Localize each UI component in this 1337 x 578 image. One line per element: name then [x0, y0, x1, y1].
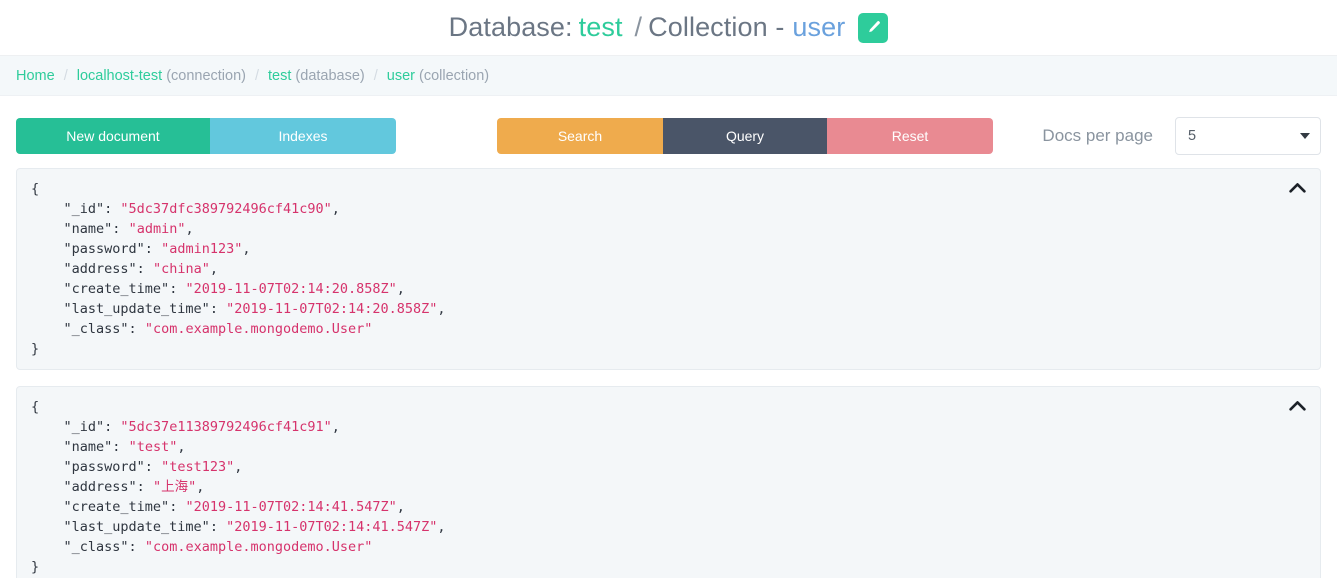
json-punctuation: }: [31, 341, 40, 357]
json-value: "com.example.mongodemo.User": [144, 321, 373, 337]
docs-per-page-label: Docs per page: [1042, 126, 1153, 145]
page-title-collection-word: Collection -: [648, 12, 785, 42]
json-key: "create_time": [63, 281, 170, 297]
reset-button[interactable]: Reset: [827, 118, 993, 154]
breadcrumb-link-collection[interactable]: user: [387, 68, 415, 84]
documents-list: { "_id": "5dc37dfc389792496cf41c90", "na…: [0, 160, 1337, 578]
document-json: { "_id": "5dc37e11389792496cf41c91", "na…: [31, 399, 446, 575]
json-value: "上海": [152, 479, 197, 495]
breadcrumb-separator: /: [254, 67, 260, 84]
breadcrumb-link-connection[interactable]: localhost-test: [77, 68, 162, 84]
docs-per-page-select[interactable]: 5102050100: [1175, 117, 1321, 155]
json-punctuation: {: [31, 181, 40, 197]
json-key: "address": [63, 261, 137, 277]
json-value: "2019-11-07T02:14:41.547Z": [185, 499, 397, 515]
document-collapse-toggle[interactable]: [1286, 177, 1308, 199]
pencil-icon: [866, 20, 881, 35]
page-title: Database: test / Collection - user: [449, 12, 889, 43]
json-key: "password": [63, 459, 145, 475]
breadcrumb-separator: /: [373, 67, 378, 84]
json-key: "_id": [63, 201, 105, 217]
json-value: "com.example.mongodemo.User": [144, 539, 373, 555]
json-value: "admin123": [161, 241, 243, 257]
document-actions-group: New document Indexes: [16, 118, 396, 154]
breadcrumb-item-collection[interactable]: user (collection): [387, 68, 489, 84]
page-title-prefix: Database:: [448, 12, 573, 42]
json-punctuation: {: [31, 399, 40, 415]
breadcrumb-suffix-database: (database): [295, 67, 365, 84]
json-value: "test123": [161, 459, 235, 475]
breadcrumb-item-database[interactable]: test (database): [268, 68, 365, 84]
json-key: "_class": [63, 321, 129, 337]
json-key: "last_update_time": [63, 519, 210, 535]
breadcrumb-suffix-connection: (connection): [166, 67, 246, 84]
json-key: "address": [63, 479, 137, 495]
chevron-up-icon: [1288, 181, 1306, 196]
document-panel: { "_id": "5dc37e11389792496cf41c91", "na…: [16, 386, 1321, 578]
json-value: "2019-11-07T02:14:20.858Z": [185, 281, 397, 297]
indexes-button[interactable]: Indexes: [210, 118, 396, 154]
toolbar: New document Indexes Search Query Reset …: [0, 96, 1337, 160]
breadcrumb-link-database[interactable]: test: [268, 68, 291, 84]
document-collapse-toggle[interactable]: [1286, 395, 1308, 417]
breadcrumb-link-home[interactable]: Home: [16, 68, 55, 84]
breadcrumb-item-connection[interactable]: localhost-test (connection): [77, 68, 246, 84]
json-value: "test": [128, 439, 178, 455]
query-actions-group: Search Query Reset: [497, 118, 993, 154]
json-value: "5dc37e11389792496cf41c91": [120, 419, 332, 435]
chevron-up-icon: [1288, 399, 1306, 414]
json-punctuation: }: [31, 559, 40, 575]
json-value: "china": [152, 261, 210, 277]
json-key: "name": [63, 221, 113, 237]
page-title-separator: /: [634, 12, 643, 42]
document-json: { "_id": "5dc37dfc389792496cf41c90", "na…: [31, 181, 446, 357]
json-value: "2019-11-07T02:14:20.858Z": [226, 301, 438, 317]
page-header: Database: test / Collection - user: [0, 0, 1337, 56]
json-key: "last_update_time": [63, 301, 210, 317]
json-key: "password": [63, 241, 145, 257]
json-value: "2019-11-07T02:14:41.547Z": [226, 519, 438, 535]
json-key: "_id": [63, 419, 105, 435]
json-key: "_class": [63, 539, 129, 555]
breadcrumb-item-home[interactable]: Home: [16, 68, 55, 84]
json-value: "5dc37dfc389792496cf41c90": [120, 201, 332, 217]
breadcrumb-separator: /: [63, 67, 68, 84]
breadcrumb-suffix-collection: (collection): [419, 67, 490, 84]
json-key: "name": [63, 439, 113, 455]
breadcrumb: Home / localhost-test (connection) / tes…: [0, 56, 1337, 96]
query-button[interactable]: Query: [663, 118, 827, 154]
document-panel: { "_id": "5dc37dfc389792496cf41c90", "na…: [16, 168, 1321, 370]
json-key: "create_time": [63, 499, 170, 515]
json-value: "admin": [128, 221, 186, 237]
page-title-collection-name: user: [792, 12, 846, 42]
edit-collection-button[interactable]: [858, 12, 889, 43]
docs-per-page-select-shell: 5102050100: [1175, 117, 1321, 155]
page-title-database-name: test: [578, 12, 623, 42]
docs-per-page-control: Docs per page 5102050100: [1042, 117, 1321, 155]
search-button[interactable]: Search: [497, 118, 663, 154]
new-document-button[interactable]: New document: [16, 118, 210, 154]
